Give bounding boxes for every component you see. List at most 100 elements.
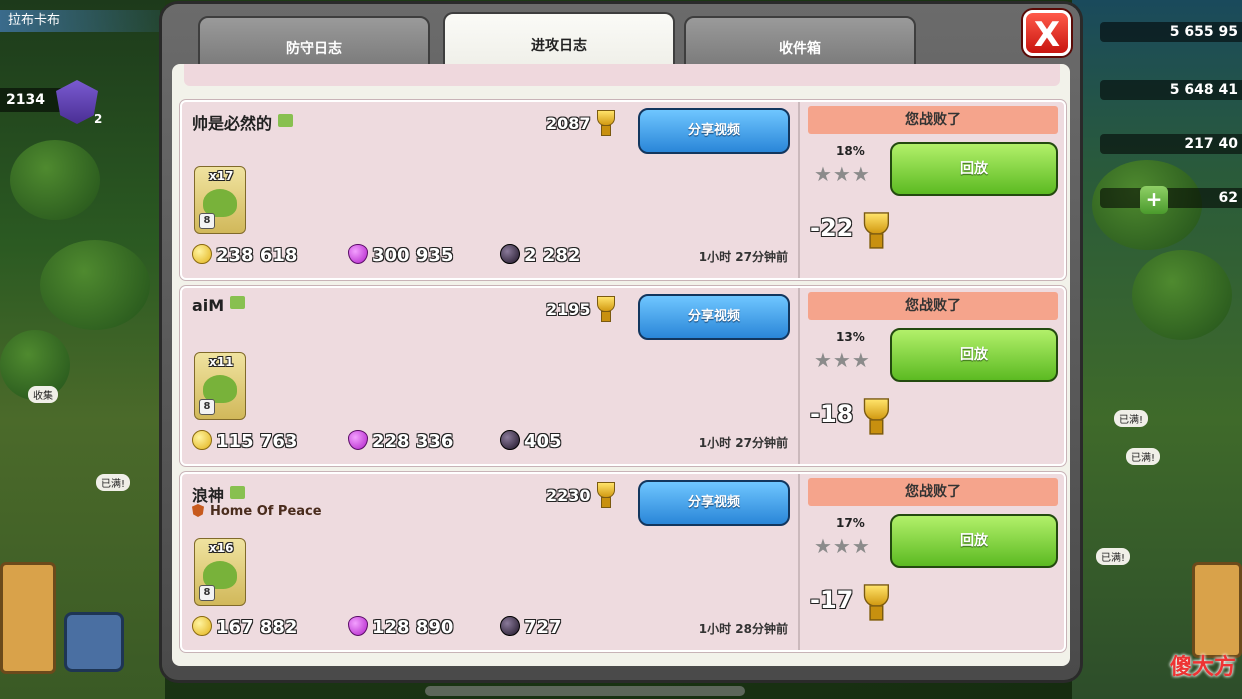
opponent-name[interactable]: 帅是必然的 — [192, 114, 272, 133]
gold-icon — [192, 616, 212, 636]
message-icon[interactable] — [278, 114, 294, 127]
trophy-change-value: -18 — [810, 400, 854, 428]
dark-elixir-value: 2 282 — [524, 245, 581, 266]
close-button[interactable]: X — [1023, 10, 1071, 56]
elixir-value: 128 890 — [372, 617, 454, 638]
stars-icon: ★★★ — [814, 162, 871, 186]
destruction-percent: 17% — [836, 516, 865, 530]
replay-button[interactable]: 回放 — [890, 142, 1058, 196]
destruction-percent: 18% — [836, 144, 865, 158]
player-name: 拉布卡布 — [0, 10, 160, 32]
scroll-indicator — [425, 686, 745, 696]
dark-elixir-loot: 727 — [500, 616, 562, 638]
share-video-button[interactable]: 分享视频 — [638, 294, 790, 340]
tree — [1132, 250, 1232, 340]
troop-level: 8 — [199, 585, 215, 601]
elixir-value: 228 336 — [372, 431, 454, 452]
stars-icon: ★★★ — [814, 534, 871, 558]
trophy-change-value: -17 — [810, 586, 854, 614]
trophy-change: -22 — [810, 212, 890, 249]
full-label: 已满! — [1114, 410, 1149, 427]
trophy-change-value: -22 — [810, 214, 854, 242]
share-video-button[interactable]: 分享视频 — [638, 480, 790, 526]
time-ago: 1小时 27分钟前 — [698, 250, 788, 264]
troop-level: 8 — [199, 399, 215, 415]
dark-elixir-loot: 2 282 — [500, 244, 580, 266]
trophy-icon — [861, 398, 890, 435]
tab-defense-log[interactable]: 防守日志 — [198, 16, 430, 66]
war-map-button[interactable] — [0, 562, 56, 674]
trophy-icon — [595, 482, 615, 508]
tab-attack-log[interactable]: 进攻日志 — [443, 12, 675, 72]
elixir-icon — [348, 244, 368, 264]
trophy-icon — [595, 296, 615, 322]
time-ago: 1小时 28分钟前 — [698, 622, 788, 636]
opponent-name[interactable]: aiM — [192, 296, 224, 315]
trophy-change: -18 — [810, 398, 890, 435]
clan-row: Home Of Peace — [192, 504, 322, 519]
troop-level: 8 — [199, 213, 215, 229]
attack-log-entry: 浪神 Home Of Peace 2230 分享视频 x16 8 167 882… — [180, 472, 1066, 652]
dark-elixir-icon — [500, 430, 520, 450]
elixir-icon — [348, 616, 368, 636]
gold-loot: 238 618 — [192, 244, 297, 266]
battle-log-window: 防守日志 进攻日志 收件箱 X 帅是必然的 2087 分享视频 x17 8 23… — [162, 4, 1080, 680]
replay-button[interactable]: 回放 — [890, 328, 1058, 382]
opponent-trophies-value: 2230 — [546, 486, 591, 505]
gold-value: 167 882 — [216, 617, 298, 638]
gold-icon — [192, 430, 212, 450]
clan-name[interactable]: Home Of Peace — [210, 504, 322, 519]
opponent-name[interactable]: 浪神 — [192, 486, 224, 505]
elixir-loot: 228 336 — [348, 430, 453, 452]
troop-card: x17 8 — [194, 166, 246, 234]
attack-log-entry: aiM 2195 分享视频 x11 8 115 763 228 336 405 … — [180, 286, 1066, 466]
full-label: 已满! — [1126, 448, 1161, 465]
troop-count: x11 — [209, 355, 234, 369]
trophy-change: -17 — [810, 584, 890, 621]
opponent-name-row: aiM — [192, 296, 246, 315]
attack-log-list[interactable]: 帅是必然的 2087 分享视频 x17 8 238 618 300 935 2 … — [172, 64, 1070, 666]
collect-label[interactable]: 收集 — [28, 386, 58, 403]
attack-log-entry: 帅是必然的 2087 分享视频 x17 8 238 618 300 935 2 … — [180, 100, 1066, 280]
elixir-icon — [348, 430, 368, 450]
gold-resource-bar: 5 655 95 — [1100, 22, 1242, 42]
trophy-icon — [861, 212, 890, 249]
battle-result: 您战败了 — [808, 478, 1058, 506]
clan-badge-icon — [192, 504, 204, 517]
gold-loot: 115 763 — [192, 430, 297, 452]
tree — [40, 240, 150, 330]
time-ago: 1小时 27分钟前 — [698, 436, 788, 450]
troop-count: x16 — [209, 541, 234, 555]
elixir-loot: 300 935 — [348, 244, 453, 266]
watermark: 傻大方 — [1169, 655, 1236, 680]
opponent-trophies-value: 2195 — [546, 300, 591, 319]
destruction-percent: 13% — [836, 330, 865, 344]
dark-elixir-icon — [500, 244, 520, 264]
elixir-value: 300 935 — [372, 245, 454, 266]
troop-count: x17 — [209, 169, 234, 183]
full-label: 已满! — [1096, 548, 1131, 565]
add-gems-button[interactable]: + — [1140, 186, 1168, 214]
message-icon[interactable] — [230, 296, 246, 309]
trophy-icon — [861, 584, 890, 621]
list-item-partial — [184, 64, 1060, 86]
opponent-trophies: 2087 — [546, 110, 615, 136]
battle-result: 您战败了 — [808, 292, 1058, 320]
share-video-button[interactable]: 分享视频 — [638, 108, 790, 154]
message-icon[interactable] — [230, 486, 246, 499]
tab-inbox[interactable]: 收件箱 — [684, 16, 916, 66]
shop-button[interactable] — [1192, 562, 1242, 658]
opponent-name-row: 帅是必然的 — [192, 110, 294, 134]
opponent-trophies: 2230 — [546, 482, 615, 508]
replay-button[interactable]: 回放 — [890, 514, 1058, 568]
gold-loot: 167 882 — [192, 616, 297, 638]
elixir-loot: 128 890 — [348, 616, 453, 638]
gem-resource-bar: 62 — [1100, 188, 1242, 208]
opponent-trophies-value: 2087 — [546, 114, 591, 133]
troop-card: x11 8 — [194, 352, 246, 420]
troop-card: x16 8 — [194, 538, 246, 606]
full-label: 已满! — [96, 474, 131, 491]
shield-button[interactable] — [64, 612, 124, 672]
gold-value: 115 763 — [216, 431, 298, 452]
dark-elixir-resource-bar: 217 40 — [1100, 134, 1242, 154]
